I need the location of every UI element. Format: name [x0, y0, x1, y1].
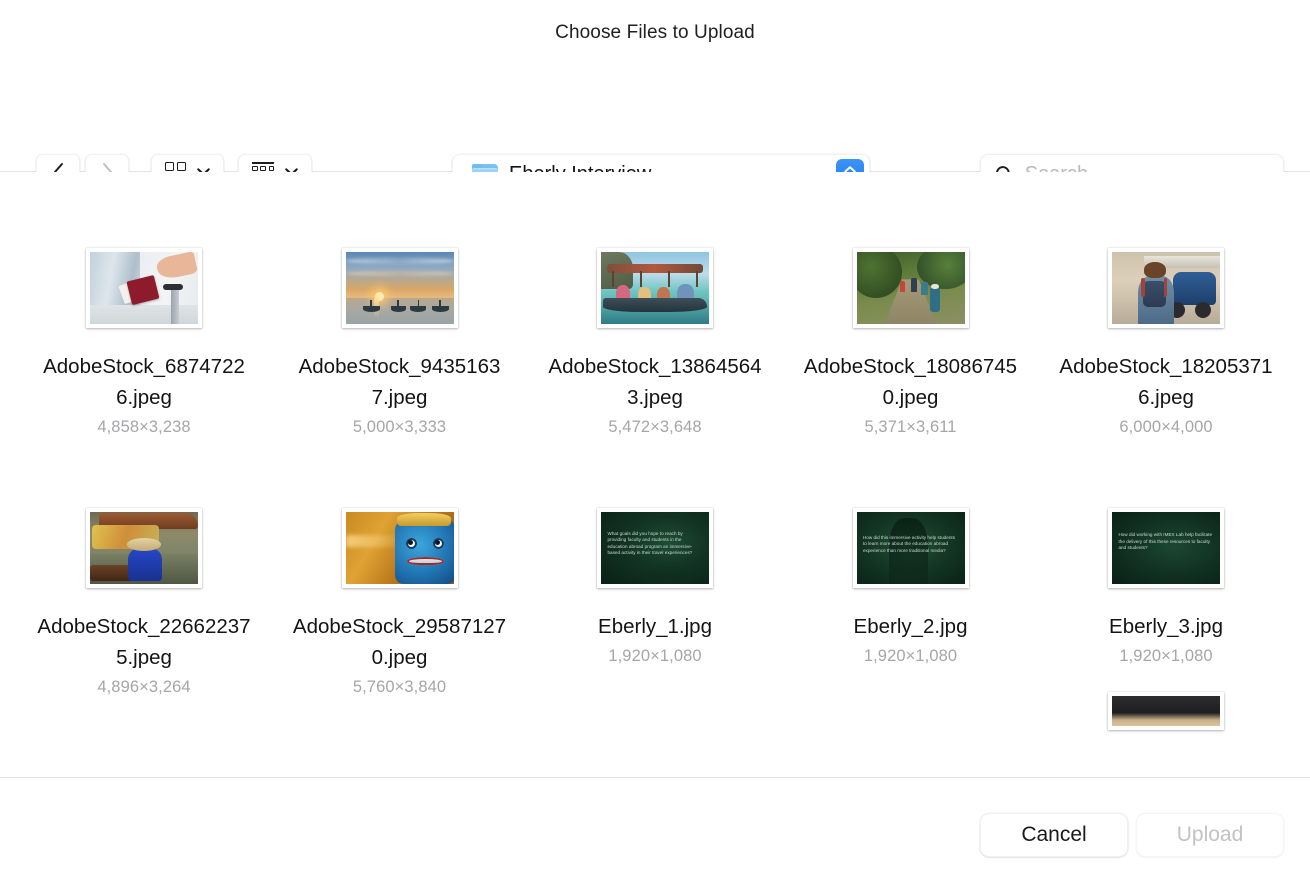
file-thumbnail-frame	[1108, 236, 1224, 328]
file-dimensions: 5,000×3,333	[352, 418, 447, 436]
thumbnail-image	[345, 252, 454, 324]
file-dimensions: 1,920×1,080	[608, 647, 702, 665]
file-name: AdobeStock_295871270.jpeg	[292, 615, 507, 669]
file-thumbnail-frame: How did this immersive activity help stu…	[852, 496, 969, 588]
cancel-button[interactable]: Cancel	[980, 813, 1128, 857]
file-name: Eberly_3.jpg	[1109, 615, 1223, 638]
file-dimensions: 5,472×3,648	[608, 418, 702, 436]
thumbnail-image: How did working with IMEX Lab help facil…	[1112, 512, 1220, 584]
file-thumbnail-frame	[852, 236, 969, 328]
file-name: AdobeStock_226622375.jpeg	[37, 615, 251, 669]
file-dimensions: 5,371×3,611	[864, 418, 957, 436]
file-thumbnail-frame	[341, 496, 458, 588]
file-thumbnail-frame	[86, 496, 202, 588]
file-name: AdobeStock_68747226.jpeg	[43, 355, 245, 409]
file-thumbnail-frame	[597, 236, 713, 328]
thumbnail-image	[1112, 696, 1220, 726]
thumbnail-image: What goals did you hope to reach by prov…	[601, 512, 709, 584]
dialog-footer: Cancel Upload	[0, 778, 1310, 892]
thumbnail-caption: What goals did you hope to reach by prov…	[607, 530, 693, 555]
thumbnail-caption: How did this immersive activity help stu…	[862, 535, 956, 553]
file-name: AdobeStock_94351637.jpeg	[298, 355, 501, 409]
file-picker-dialog: Choose Files to Upload Search AdobeStock…	[0, 0, 1310, 892]
thumbnail-image	[601, 252, 709, 324]
file-name: Eberly_2.jpg	[853, 615, 968, 638]
file-dimensions: 4,858×3,238	[97, 418, 191, 436]
file-dimensions: 6,000×4,000	[1119, 418, 1213, 436]
file-dimensions: 1,920×1,080	[863, 647, 958, 665]
file-name: AdobeStock_138645643.jpeg	[548, 355, 762, 409]
file-thumbnail-frame	[341, 236, 458, 328]
file-dimensions: 1,920×1,080	[1119, 647, 1213, 665]
thumbnail-image	[856, 252, 965, 324]
toolbar: Eberly Interview	[0, 66, 1310, 194]
file-grid: AdobeStock_68747226.jpeg 4,858×3,238 Ado…	[0, 172, 1310, 756]
thumbnail-image	[90, 252, 198, 324]
file-thumbnail-frame: How did working with IMEX Lab help facil…	[1108, 496, 1224, 588]
dialog-titlebar: Choose Files to Upload	[0, 0, 1310, 66]
thumbnail-image	[345, 512, 454, 584]
file-area-divider	[0, 777, 1310, 778]
file-item[interactable]: AdobeStock_94351637.jpeg 5,000×3,333	[272, 236, 528, 496]
file-item[interactable]: AdobeStock_180867450.jpeg 5,371×3,611	[783, 236, 1039, 496]
thumbnail-image	[1112, 252, 1220, 324]
file-name: AdobeStock_180867450.jpeg	[803, 355, 1018, 409]
file-name: AdobeStock_182053716.jpeg	[1059, 355, 1273, 409]
file-grid-next-row-partial	[0, 692, 1310, 778]
file-item[interactable]	[1038, 692, 1294, 778]
thumbnail-image: How did this immersive activity help stu…	[856, 512, 965, 584]
file-item[interactable]: AdobeStock_138645643.jpeg 5,472×3,648	[527, 236, 783, 496]
upload-button[interactable]: Upload	[1136, 813, 1284, 857]
file-item[interactable]: AdobeStock_68747226.jpeg 4,858×3,238	[16, 236, 272, 496]
file-browser-area[interactable]: AdobeStock_68747226.jpeg 4,858×3,238 Ado…	[0, 172, 1310, 778]
file-item[interactable]: AdobeStock_182053716.jpeg 6,000×4,000	[1038, 236, 1294, 496]
file-name: Eberly_1.jpg	[598, 615, 712, 638]
thumbnail-caption: How did working with IMEX Lab help facil…	[1118, 532, 1213, 550]
dialog-title: Choose Files to Upload	[555, 22, 755, 43]
thumbnail-image	[90, 512, 198, 584]
file-thumbnail-frame: What goals did you hope to reach by prov…	[597, 496, 713, 588]
file-thumbnail-frame	[86, 236, 202, 328]
